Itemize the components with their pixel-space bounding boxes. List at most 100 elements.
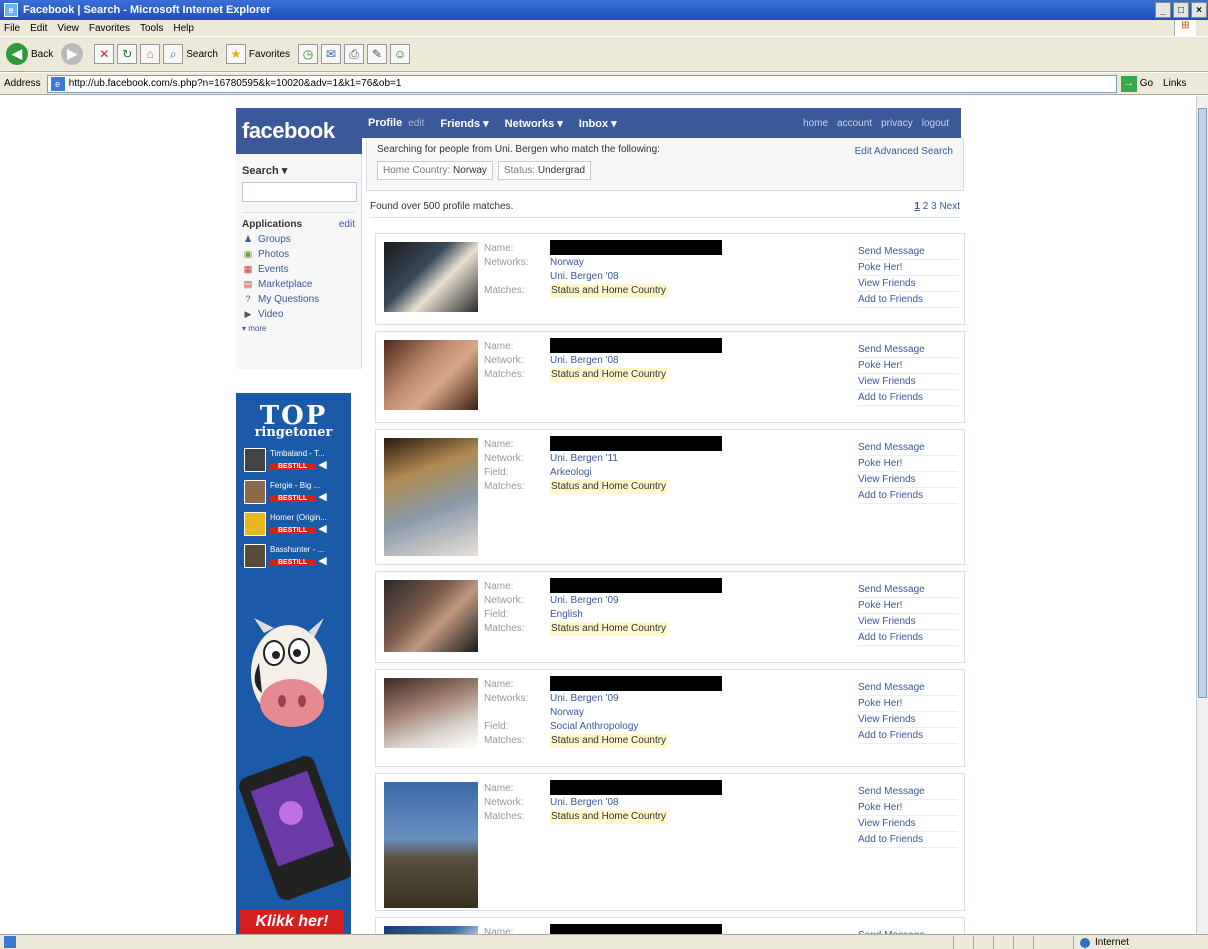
edit-page-icon[interactable]: ✎ [367, 44, 388, 64]
add-to-friends-link[interactable]: Add to Friends [858, 630, 958, 646]
nav-logout[interactable]: logout [922, 118, 949, 129]
menu-view[interactable]: View [57, 23, 79, 34]
result-field-value[interactable]: Arkeologi [550, 467, 592, 478]
nav-account[interactable]: account [837, 118, 872, 129]
result-field-value[interactable]: Social Anthropology [550, 721, 638, 732]
page-3[interactable]: 3 [931, 201, 937, 212]
back-button[interactable]: ◀ Back [6, 43, 53, 65]
poke-link[interactable]: Poke Her! [858, 800, 958, 816]
result-field-value[interactable]: Uni. Bergen '08 [550, 355, 619, 366]
result-field-value[interactable]: Uni. Bergen '09 [550, 693, 619, 704]
send-message-link[interactable]: Send Message [858, 582, 958, 598]
go-button[interactable]: → Go [1120, 75, 1153, 92]
ad-item[interactable]: Basshunter - ... BESTILL ◀ [244, 544, 351, 568]
mail-icon[interactable]: ✉ [321, 44, 342, 64]
sidebar-item-photos[interactable]: ▣ Photos [242, 248, 355, 260]
forward-button[interactable]: ▶ [61, 43, 86, 65]
next-page-link[interactable]: Next [939, 201, 960, 212]
view-friends-link[interactable]: View Friends [858, 712, 958, 728]
applications-edit-link[interactable]: edit [339, 219, 355, 230]
profile-photo[interactable] [384, 580, 478, 652]
print-icon[interactable]: ⎙ [344, 44, 365, 64]
ringtone-ad[interactable]: TOP ringetoner Timbaland - T... BESTILL … [236, 393, 351, 934]
sidebar-search-input[interactable] [242, 182, 357, 202]
result-field-value[interactable]: Norway [550, 257, 584, 268]
links-label[interactable]: Links [1163, 78, 1186, 89]
poke-link[interactable]: Poke Her! [858, 260, 958, 276]
vertical-scrollbar[interactable] [1196, 96, 1208, 934]
add-to-friends-link[interactable]: Add to Friends [858, 292, 958, 308]
result-field-value[interactable]: English [550, 609, 583, 620]
sidebar-item-my-questions[interactable]: ? My Questions [242, 293, 355, 305]
ad-item[interactable]: Fergie - Big ... BESTILL ◀ [244, 480, 351, 504]
result-field-value[interactable]: Uni. Bergen '08 [550, 797, 619, 808]
result-field-value[interactable]: Norway [550, 707, 584, 718]
send-message-link[interactable]: Send Message [858, 342, 958, 358]
ad-order-button[interactable]: BESTILL [270, 559, 316, 566]
sidebar-item-groups[interactable]: ♟ Groups [242, 233, 355, 245]
profile-photo[interactable] [384, 926, 478, 934]
ad-item[interactable]: Timbaland - T... BESTILL ◀ [244, 448, 351, 472]
result-field-value[interactable]: Uni. Bergen '11 [550, 453, 618, 464]
view-friends-link[interactable]: View Friends [858, 374, 958, 390]
nav-networks[interactable]: Networks ▾ [505, 117, 563, 130]
favorites-button[interactable]: ★ Favorites [225, 44, 290, 64]
send-message-link[interactable]: Send Message [858, 784, 958, 800]
poke-link[interactable]: Poke Her! [858, 358, 958, 374]
result-field-value[interactable]: Uni. Bergen '08 [550, 271, 619, 282]
messenger-icon[interactable]: ☺ [390, 44, 411, 64]
profile-photo[interactable] [384, 340, 478, 410]
add-to-friends-link[interactable]: Add to Friends [858, 390, 958, 406]
profile-photo[interactable] [384, 782, 478, 908]
send-message-link[interactable]: Send Message [858, 680, 958, 696]
search-button[interactable]: ⌕ Search [163, 44, 218, 64]
sidebar-more-link[interactable]: ▾ more [242, 324, 355, 333]
add-to-friends-link[interactable]: Add to Friends [858, 488, 958, 504]
ad-order-button[interactable]: BESTILL [270, 527, 316, 534]
ad-cta-button[interactable]: Klikk her! [240, 910, 344, 934]
maximize-button[interactable]: □ [1173, 2, 1189, 18]
page-2[interactable]: 2 [923, 201, 929, 212]
menu-favorites[interactable]: Favorites [89, 23, 130, 34]
refresh-icon[interactable]: ↻ [117, 44, 138, 64]
page-1[interactable]: 1 [914, 201, 920, 212]
sidebar-item-events[interactable]: ▦ Events [242, 263, 355, 275]
criteria-chip[interactable]: Home Country: Norway [377, 161, 493, 180]
minimize-button[interactable]: _ [1155, 2, 1171, 18]
result-field-value[interactable]: Uni. Bergen '09 [550, 595, 619, 606]
profile-photo[interactable] [384, 438, 478, 556]
criteria-chip[interactable]: Status: Undergrad [497, 161, 592, 180]
history-icon[interactable]: ◷ [298, 44, 319, 64]
stop-icon[interactable]: ✕ [94, 44, 115, 64]
nav-inbox[interactable]: Inbox ▾ [579, 117, 617, 130]
poke-link[interactable]: Poke Her! [858, 456, 958, 472]
add-to-friends-link[interactable]: Add to Friends [858, 728, 958, 744]
profile-photo[interactable] [384, 678, 478, 748]
nav-profile-edit[interactable]: edit [408, 118, 424, 129]
add-to-friends-link[interactable]: Add to Friends [858, 832, 958, 848]
ad-order-button[interactable]: BESTILL [270, 463, 316, 470]
ad-item[interactable]: Homer (Origin... BESTILL ◀ [244, 512, 351, 536]
menu-tools[interactable]: Tools [140, 23, 163, 34]
sidebar-item-video[interactable]: ▶ Video [242, 308, 355, 320]
close-button[interactable]: × [1191, 2, 1207, 18]
send-message-link[interactable]: Send Message [858, 244, 958, 260]
facebook-logo[interactable]: facebook [236, 108, 362, 154]
view-friends-link[interactable]: View Friends [858, 472, 958, 488]
profile-photo[interactable] [384, 242, 478, 312]
address-input[interactable]: e http://ub.facebook.com/s.php?n=1678059… [46, 74, 1117, 93]
menu-edit[interactable]: Edit [30, 23, 47, 34]
view-friends-link[interactable]: View Friends [858, 276, 958, 292]
scrollbar-thumb[interactable] [1198, 108, 1207, 698]
menu-help[interactable]: Help [173, 23, 194, 34]
send-message-link[interactable]: Send Message [858, 440, 958, 456]
home-icon[interactable]: ⌂ [140, 44, 161, 64]
search-label[interactable]: Search ▾ [242, 164, 355, 177]
nav-privacy[interactable]: privacy [881, 118, 913, 129]
edit-advanced-search-link[interactable]: Edit Advanced Search [855, 146, 953, 157]
nav-friends[interactable]: Friends ▾ [440, 117, 488, 130]
menu-file[interactable]: File [4, 23, 20, 34]
ad-order-button[interactable]: BESTILL [270, 495, 316, 502]
view-friends-link[interactable]: View Friends [858, 614, 958, 630]
poke-link[interactable]: Poke Her! [858, 696, 958, 712]
